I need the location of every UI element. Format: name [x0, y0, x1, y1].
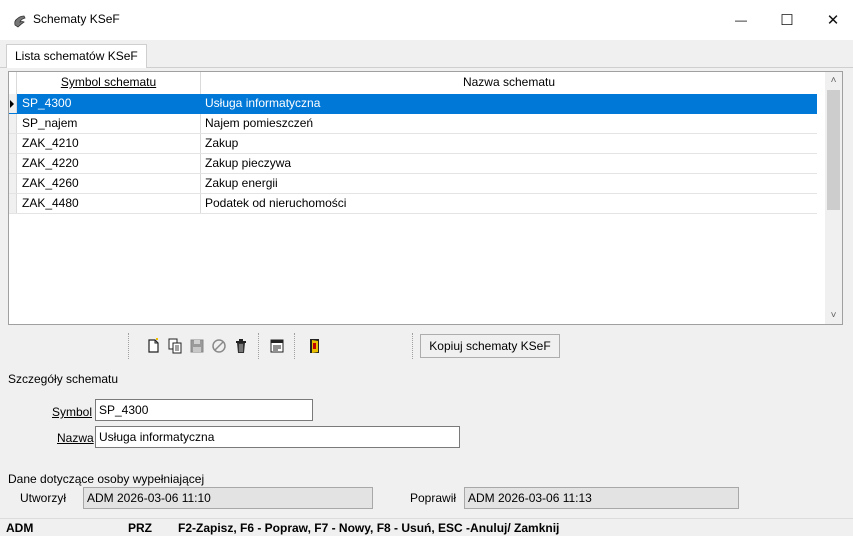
table-row[interactable]: SP_najem Najem pomieszczeń	[9, 114, 817, 134]
maximize-button[interactable]: ☐	[764, 0, 810, 40]
tab-schematy-list[interactable]: Lista schematów KSeF	[6, 44, 147, 68]
grid-header: Symbol schematu Nazwa schematu	[9, 72, 817, 94]
scroll-down-icon[interactable]: ˅	[825, 307, 842, 324]
cell-name[interactable]: Usługa informatyczna	[201, 94, 817, 113]
close-button[interactable]: ✕	[810, 0, 853, 40]
cancel-button[interactable]	[210, 337, 228, 355]
cell-symbol[interactable]: ZAK_4480	[17, 194, 201, 213]
symbol-field[interactable]: SP_4300	[95, 399, 313, 421]
cell-name[interactable]: Najem pomieszczeń	[201, 114, 817, 133]
cell-symbol[interactable]: SP_najem	[17, 114, 201, 133]
grid-rows: SP_4300 Usługa informatyczna SP_najem Na…	[9, 94, 817, 214]
status-mode: PRZ	[128, 521, 152, 535]
created-label: Utworzył	[20, 491, 67, 505]
app-icon	[12, 13, 28, 29]
audit-group-title: Dane dotyczące osoby wypełniającej	[8, 472, 205, 486]
row-indicator	[9, 174, 17, 193]
copy-button[interactable]	[166, 337, 184, 355]
toolbar-separator	[412, 333, 413, 359]
symbol-label: Symbol	[52, 405, 93, 419]
status-hotkeys: F2-Zapisz, F6 - Popraw, F7 - Nowy, F8 - …	[178, 521, 560, 535]
cell-symbol[interactable]: SP_4300	[17, 94, 201, 113]
table-row[interactable]: ZAK_4480 Podatek od nieruchomości	[9, 194, 817, 214]
table-row[interactable]: ZAK_4210 Zakup	[9, 134, 817, 154]
delete-trash-icon	[236, 339, 246, 353]
modified-field: ADM 2026-03-06 11:13	[464, 487, 739, 509]
name-label: Nazwa	[57, 431, 94, 445]
row-indicator	[9, 194, 17, 213]
current-row-arrow-icon	[10, 100, 14, 108]
toolbar-separator	[128, 333, 129, 359]
cell-name[interactable]: Zakup energii	[201, 174, 817, 193]
row-indicator	[9, 114, 17, 133]
copy-schemas-ksef-button[interactable]: Kopiuj schematy KSeF	[420, 334, 560, 358]
scroll-thumb[interactable]	[827, 90, 840, 210]
scroll-up-icon[interactable]: ˄	[825, 72, 842, 89]
new-button[interactable]	[144, 337, 162, 355]
details-group-title: Szczegóły schematu	[8, 372, 119, 386]
status-user: ADM	[6, 521, 34, 535]
copy-document-icon	[168, 338, 182, 354]
created-field: ADM 2026-03-06 11:10	[83, 487, 373, 509]
table-row[interactable]: ZAK_4220 Zakup pieczywa	[9, 154, 817, 174]
cancel-icon	[212, 339, 226, 353]
row-indicator-header	[9, 72, 17, 94]
cell-name[interactable]: Podatek od nieruchomości	[201, 194, 817, 213]
row-indicator	[9, 154, 17, 173]
cell-symbol[interactable]: ZAK_4210	[17, 134, 201, 153]
properties-button[interactable]	[268, 337, 286, 355]
save-icon	[190, 339, 204, 353]
column-header-symbol[interactable]: Symbol schematu	[17, 72, 201, 94]
cell-name[interactable]: Zakup pieczywa	[201, 154, 817, 173]
minimize-icon: —	[735, 13, 747, 27]
save-button[interactable]	[188, 337, 206, 355]
minimize-button[interactable]: —	[718, 0, 764, 40]
cell-name[interactable]: Zakup	[201, 134, 817, 153]
column-header-name[interactable]: Nazwa schematu	[201, 72, 817, 94]
modified-label: Poprawił	[410, 491, 457, 505]
delete-button[interactable]	[232, 337, 250, 355]
new-document-icon	[148, 338, 159, 353]
table-row[interactable]: ZAK_4260 Zakup energii	[9, 174, 817, 194]
table-row[interactable]: SP_4300 Usługa informatyczna	[9, 94, 817, 114]
properties-icon	[270, 339, 284, 353]
row-indicator	[9, 94, 17, 113]
maximize-icon: ☐	[780, 12, 794, 29]
grid-vertical-scrollbar[interactable]: ˄ ˅	[825, 72, 842, 324]
cell-symbol[interactable]: ZAK_4220	[17, 154, 201, 173]
close-icon: ✕	[826, 12, 840, 29]
status-bar: ADM PRZ F2-Zapisz, F6 - Popraw, F7 - Now…	[0, 518, 853, 536]
title-bar: Schematy KSeF — ☐ ✕	[0, 0, 853, 40]
window-title: Schematy KSeF	[33, 12, 120, 26]
row-indicator	[9, 134, 17, 153]
cell-symbol[interactable]: ZAK_4260	[17, 174, 201, 193]
schema-grid[interactable]: Symbol schematu Nazwa schematu SP_4300 U…	[8, 71, 843, 325]
toolbar-separator	[294, 333, 295, 359]
toolbar-separator	[258, 333, 259, 359]
exit-button[interactable]	[306, 337, 324, 355]
name-field[interactable]: Usługa informatyczna	[95, 426, 460, 448]
exit-door-icon	[310, 339, 319, 353]
